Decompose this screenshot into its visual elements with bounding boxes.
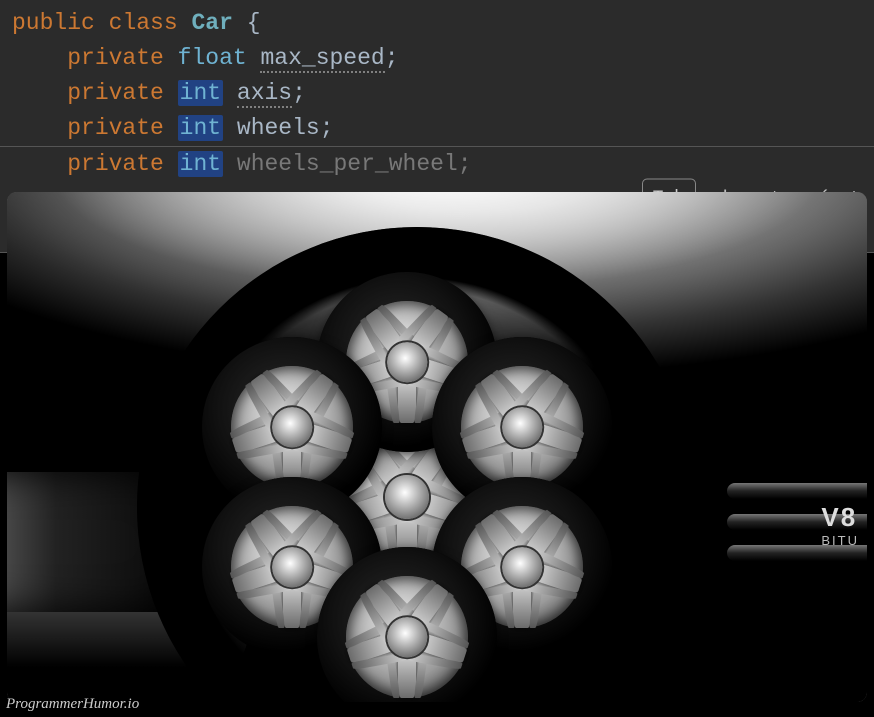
code-line-2: private float max_speed; <box>0 41 874 76</box>
open-brace: { <box>247 10 261 36</box>
keyword-public: public <box>12 10 95 36</box>
code-line-3: private int axis; <box>0 76 874 111</box>
keyword-private: private <box>67 45 164 71</box>
keyword-private: private <box>67 80 164 106</box>
keyword-private: private <box>67 151 164 177</box>
watermark: ProgrammerHumor.io <box>6 696 139 713</box>
badge-line2: BITU <box>821 533 859 548</box>
type-int: int <box>178 115 223 141</box>
code-editor: public class Car { private float max_spe… <box>0 0 874 184</box>
meme-photo: V8 BITU <box>7 192 867 702</box>
type-int: int <box>178 80 223 106</box>
field-axis: axis <box>237 80 292 108</box>
badge-line1: V8 <box>821 502 859 533</box>
class-name: Car <box>191 10 232 36</box>
field-wheels: wheels <box>237 115 320 141</box>
car-badge: V8 BITU <box>821 502 859 548</box>
type-int: int <box>178 151 223 177</box>
type-float: float <box>178 45 247 71</box>
code-line-4: private int wheels; <box>0 111 874 146</box>
suggestion-identifier: wheels_per_wheel <box>237 151 458 177</box>
field-max-speed: max_speed <box>260 45 384 73</box>
keyword-private: private <box>67 115 164 141</box>
keyword-class: class <box>109 10 178 36</box>
code-line-1: public class Car { <box>0 6 874 41</box>
